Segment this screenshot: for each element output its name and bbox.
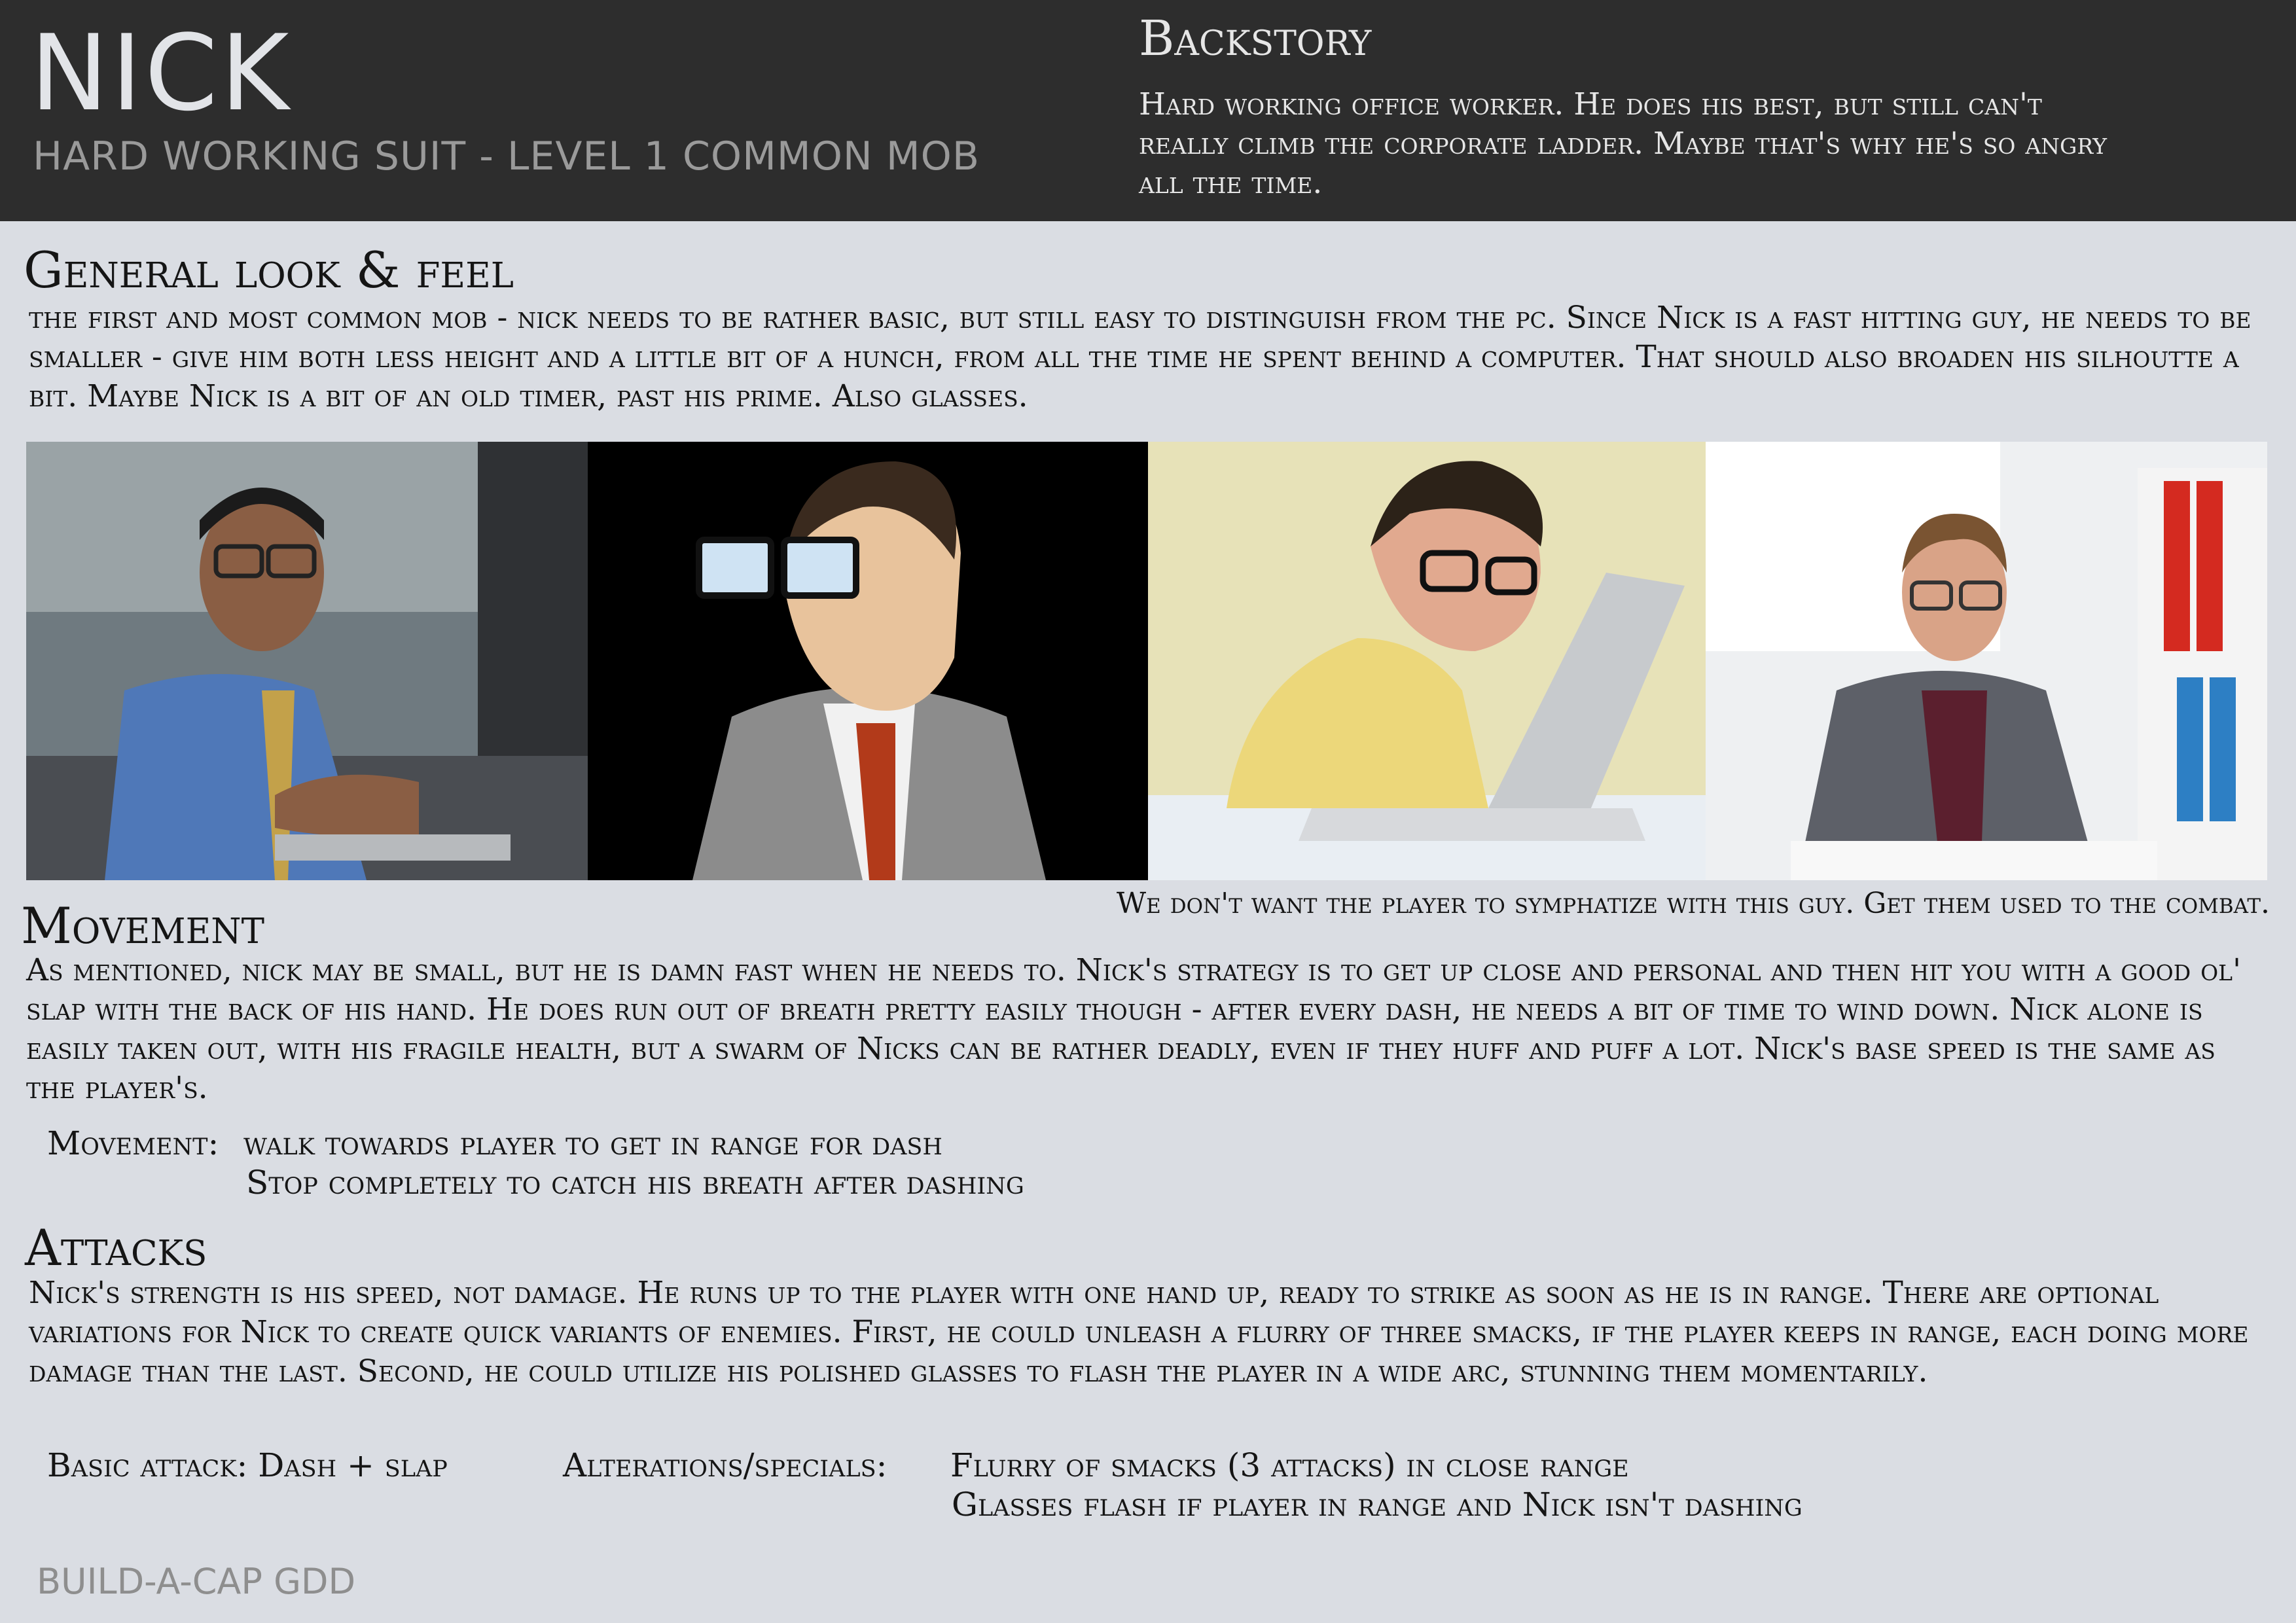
movement-spec-line1: walk towards player to get in range for … [243, 1124, 942, 1162]
reference-image-anime-suit [588, 442, 1148, 880]
alterations-label: Alterations/specials: [563, 1446, 888, 1484]
movement-text: As mentioned, nick may be small, but he … [26, 952, 2242, 1106]
basic-attack: Basic attack: Dash + slap [47, 1446, 448, 1484]
attacks-heading: Attacks [25, 1219, 207, 1277]
reference-images [26, 442, 2267, 880]
alteration-glasses-flash: Glasses flash if player in range and Nic… [952, 1486, 1803, 1524]
character-name: NICK [30, 12, 292, 134]
header-bar: NICK HARD WORKING SUIT - LEVEL 1 COMMON … [0, 0, 2296, 221]
look-heading: General look & feel [24, 241, 514, 299]
movement-spec-line2: Stop completely to catch his breath afte… [246, 1164, 1024, 1202]
backstory-text: Hard working office worker. He does his … [1139, 86, 2108, 201]
reference-image-office-worker [26, 442, 588, 880]
backstory-heading: Backstory [1139, 10, 1372, 67]
alteration-flurry: Flurry of smacks (3 attacks) in close ra… [950, 1446, 1629, 1484]
reference-image-writing-man [1706, 442, 2267, 880]
attacks-text: Nick's strength is his speed, not damage… [29, 1275, 2249, 1389]
movement-spec-label: Movement: [47, 1124, 219, 1162]
movement-heading: Movement [21, 897, 264, 955]
reference-image-laughing-nerd [1148, 442, 1706, 880]
look-text: the first and most common mob - nick nee… [29, 300, 2251, 414]
document-footer: BUILD-A-CAP GDD [37, 1561, 356, 1602]
image-caption: We don't want the player to symphatize w… [1116, 887, 2270, 920]
character-subtitle: HARD WORKING SUIT - LEVEL 1 COMMON MOB [33, 134, 980, 179]
